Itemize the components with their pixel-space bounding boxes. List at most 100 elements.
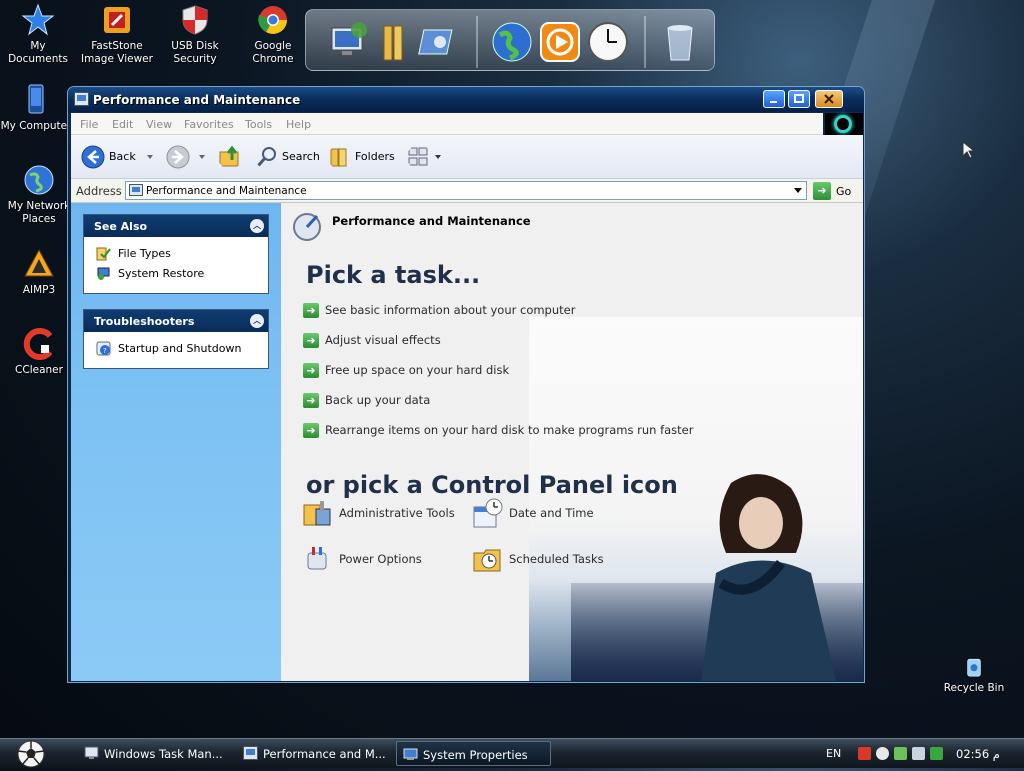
menu-edit[interactable]: Edit xyxy=(112,118,133,131)
control-panel-icon xyxy=(243,746,258,760)
dock xyxy=(305,9,715,71)
chevron-up-icon[interactable]: ︿ xyxy=(250,219,264,233)
see-also-system-restore[interactable]: System Restore xyxy=(84,263,268,283)
menu-favorites[interactable]: Favorites xyxy=(184,118,234,131)
maximize-icon xyxy=(794,94,804,103)
title-bar[interactable]: Performance and Maintenance xyxy=(68,87,864,112)
faststone-icon xyxy=(104,7,130,33)
shield-icon xyxy=(182,5,208,35)
language-indicator[interactable]: EN xyxy=(826,747,841,760)
taskbar-button-task-manager[interactable]: Windows Task Man... xyxy=(78,741,228,766)
taskbar: Windows Task Man... Performance and M...… xyxy=(0,738,1024,768)
dock-clock-icon[interactable] xyxy=(586,20,630,64)
close-button[interactable] xyxy=(815,90,843,108)
go-arrow-icon: ➜ xyxy=(813,182,831,200)
power-plug-icon xyxy=(307,547,327,570)
system-restore-icon xyxy=(97,267,110,280)
see-also-file-types[interactable]: File Types xyxy=(84,243,268,263)
dock-media-player-icon[interactable] xyxy=(538,20,582,64)
network-tray-icon[interactable] xyxy=(894,747,907,760)
cp-icon-date-and-time[interactable]: Date and Time xyxy=(472,497,602,531)
cp-icon-power-options[interactable]: Power Options xyxy=(302,543,432,577)
desktop-icon-recycle-bin[interactable]: Recycle Bin xyxy=(935,655,1013,695)
menu-file[interactable]: File xyxy=(80,118,98,131)
see-also-panel: See Also ︿ File Types System Restore xyxy=(83,214,269,294)
address-label: Address xyxy=(76,184,122,198)
desktop-icon-usb-disk-security[interactable]: USB Disk Security xyxy=(156,3,234,66)
maximize-button[interactable] xyxy=(788,90,810,108)
anime-figure-art xyxy=(701,474,836,681)
desktop-icon-my-computer[interactable]: My Computer xyxy=(0,83,75,133)
taskbar-button-system-properties[interactable]: System Properties xyxy=(396,741,551,766)
administrative-tools-icon xyxy=(303,501,331,526)
scheduled-tasks-icon xyxy=(473,549,501,572)
close-icon xyxy=(824,94,834,104)
taskbar-button-performance[interactable]: Performance and M... xyxy=(237,741,389,766)
recycle-bin-icon xyxy=(967,658,981,677)
desktop-icon-google-chrome[interactable]: Google Chrome xyxy=(234,3,312,66)
star-icon xyxy=(21,3,55,36)
back-button[interactable]: Back xyxy=(81,145,141,169)
window-title: Performance and Maintenance xyxy=(93,93,301,107)
task-manager-icon xyxy=(84,746,99,759)
desktop-icon-my-documents[interactable]: My Documents xyxy=(0,3,77,66)
task-arrow-icon: ➜ xyxy=(303,333,319,348)
up-folder-icon xyxy=(219,145,239,167)
dock-globe-icon[interactable] xyxy=(490,20,534,64)
forward-button[interactable] xyxy=(166,145,194,169)
views-button[interactable] xyxy=(407,145,441,169)
cp-icon-scheduled-tasks[interactable]: Scheduled Tasks xyxy=(472,543,612,577)
address-field[interactable] xyxy=(125,181,807,200)
folders-button[interactable]: Folders xyxy=(328,145,398,169)
soccer-ball-icon xyxy=(17,740,45,768)
pick-control-panel-heading: or pick a Control Panel icon xyxy=(306,471,678,499)
control-panel-icon xyxy=(74,92,89,106)
update-tray-icon[interactable] xyxy=(930,747,943,760)
address-input[interactable] xyxy=(146,183,786,198)
views-icon xyxy=(408,147,428,166)
up-folder-button[interactable] xyxy=(218,145,244,169)
speaker-tray-icon[interactable] xyxy=(912,747,925,760)
dock-settings-icon[interactable] xyxy=(418,20,462,64)
windows-throbber xyxy=(825,113,863,135)
smiley-tray-icon[interactable] xyxy=(876,747,889,760)
start-button[interactable] xyxy=(16,740,46,768)
search-icon xyxy=(256,147,276,167)
forward-dropdown-icon[interactable] xyxy=(199,155,205,159)
task-arrow-icon: ➜ xyxy=(303,393,319,408)
see-also-header[interactable]: See Also ︿ xyxy=(84,215,268,237)
go-button[interactable]: ➜ Go xyxy=(813,182,863,200)
menu-view[interactable]: View xyxy=(146,118,172,131)
menu-bar: File Edit View Favorites Tools Help xyxy=(71,113,823,135)
chevron-up-icon[interactable]: ︿ xyxy=(250,314,264,328)
task-pane: See Also ︿ File Types System Restore Tro… xyxy=(71,203,281,681)
antivirus-tray-icon[interactable] xyxy=(858,747,871,760)
troubleshooters-header[interactable]: Troubleshooters ︿ xyxy=(84,310,268,332)
menu-tools[interactable]: Tools xyxy=(245,118,272,131)
search-button[interactable]: Search xyxy=(255,145,325,169)
taskbar-clock[interactable]: 02:56 م xyxy=(956,747,1000,761)
performance-header-icon xyxy=(293,213,321,241)
system-properties-icon xyxy=(403,748,418,760)
menu-help[interactable]: Help xyxy=(286,118,311,131)
cp-icon-administrative-tools[interactable]: Administrative Tools xyxy=(302,497,467,531)
system-tray: EN 02:56 م xyxy=(818,741,1024,766)
task-arrow-icon: ➜ xyxy=(303,303,319,318)
svg-text:?: ? xyxy=(103,347,107,355)
dock-computer-icon[interactable] xyxy=(326,20,370,64)
aimp-icon xyxy=(24,248,54,277)
back-dropdown-icon[interactable] xyxy=(147,155,153,159)
task-arrow-icon: ➜ xyxy=(303,363,319,378)
address-dropdown-button[interactable] xyxy=(791,183,805,198)
chevron-down-icon xyxy=(794,188,802,193)
dock-folder-icon[interactable] xyxy=(374,20,418,64)
calendar-clock-icon xyxy=(473,498,503,528)
troubleshooter-startup-shutdown[interactable]: ? Startup and Shutdown xyxy=(84,338,268,358)
back-label: Back xyxy=(109,150,136,163)
folders-label: Folders xyxy=(355,150,395,163)
desktop-icon-faststone[interactable]: FastStone Image Viewer xyxy=(78,3,156,66)
dock-recycle-bin-icon[interactable] xyxy=(658,20,702,64)
go-label: Go xyxy=(836,185,852,198)
search-label: Search xyxy=(282,150,320,163)
minimize-button[interactable] xyxy=(763,90,785,108)
